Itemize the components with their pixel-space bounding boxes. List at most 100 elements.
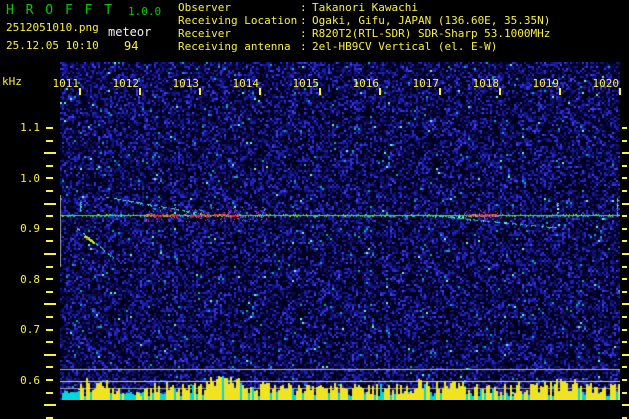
axis-tick [46,291,53,293]
y-tick-label-0.6: 0.6 [20,374,40,387]
axis-tick [622,341,627,343]
axis-tick [622,203,629,205]
info-label: Receiver [178,27,231,40]
axis-tick [622,291,627,293]
axis-tick [619,88,621,95]
info-value: Ogaki, Gifu, JAPAN (136.60E, 35.35N) [312,14,551,27]
info-row-antenna: Receiving antenna:2el-HB9CV Vertical (el… [178,40,550,53]
info-row-receiver: Receiver: R820T2(RTL-SDR) SDR-Sharp 53.10… [178,27,550,40]
hrofft-spectrogram-output: H R O F F T 1.0.0 2512051010.png meteor … [0,0,629,419]
info-label: Observer [178,1,231,14]
axis-tick [319,88,321,95]
axis-tick [622,215,627,217]
axis-tick [199,88,201,95]
axis-tick [622,266,627,268]
axis-tick [622,278,627,280]
axis-tick [44,354,56,356]
x-tick-label-1020: 1020 [592,77,620,90]
x-tick-label-1012: 1012 [112,77,140,90]
axis-tick [46,366,53,368]
axis-tick [44,152,56,154]
info-separator: : [300,40,307,53]
axis-tick [622,177,627,179]
axis-tick [622,392,627,394]
y-tick-label-1.0: 1.0 [20,172,40,185]
spectrogram-canvas [60,62,620,400]
app-title: H R O F F T [6,3,115,18]
x-tick-label-1016: 1016 [352,77,380,90]
axis-tick [44,303,56,305]
axis-tick [46,177,53,179]
axis-tick [46,127,53,129]
axis-tick [622,152,629,154]
output-filename: 2512051010.png [6,21,99,34]
x-tick-label-1013: 1013 [172,77,200,90]
info-label: Receiving Location [178,14,298,27]
x-tick-label-1015: 1015 [292,77,320,90]
info-value: R820T2(RTL-SDR) SDR-Sharp 53.1000MHz [312,27,551,40]
axis-tick [439,88,441,95]
axis-tick [44,203,56,205]
axis-tick [622,240,627,242]
info-row-observer: Observer: Takanori Kawachi [178,1,550,14]
axis-tick [259,88,261,95]
axis-tick [46,392,53,394]
axis-tick [499,88,501,95]
axis-tick [622,228,627,230]
y-tick-label-0.8: 0.8 [20,273,40,286]
info-value: 2el-HB9CV Vertical (el. E-W) [312,40,498,53]
mode-label: meteor [108,25,152,39]
x-tick-label-1018: 1018 [472,77,500,90]
echo-count: 94 [124,39,139,53]
axis-tick [622,303,629,305]
axis-tick [622,354,629,356]
info-label: Receiving antenna [178,40,291,53]
axis-tick [46,228,53,230]
header: H R O F F T 1.0.0 2512051010.png meteor … [0,0,629,62]
axis-tick [559,88,561,95]
axis-tick [46,165,53,167]
axis-tick [379,88,381,95]
axis-tick [139,88,141,95]
axis-tick [46,215,53,217]
x-tick-label-1019: 1019 [532,77,560,90]
axis-tick [622,404,629,406]
axis-tick [622,127,627,129]
x-tick-label-1011: 1011 [52,77,80,90]
y-tick-label-0.7: 0.7 [20,323,40,336]
station-info: Observer: Takanori Kawachi Receiving Loca… [178,1,550,53]
axis-tick [46,316,53,318]
observation-datetime: 25.12.05 10:10 [6,39,99,52]
y-tick-label-0.9: 0.9 [20,222,40,235]
axis-tick [46,341,53,343]
axis-tick [622,190,627,192]
info-row-location: Receiving Location: Ogaki, Gifu, JAPAN (1… [178,14,550,27]
axis-tick [46,140,53,142]
axis-tick [46,329,53,331]
app-version: 1.0.0 [128,5,162,18]
axis-tick [622,165,627,167]
axis-tick [46,240,53,242]
info-value: Takanori Kawachi [312,1,418,14]
info-separator: : [300,1,307,14]
y-tick-label-1.1: 1.1 [20,121,40,134]
x-tick-label-1017: 1017 [412,77,440,90]
axis-tick [46,278,53,280]
axis-tick [46,190,53,192]
y-axis-unit-label: kHz [2,75,22,88]
axis-tick [622,253,629,255]
x-tick-label-1014: 1014 [232,77,260,90]
axis-tick [44,404,56,406]
axis-tick [622,379,627,381]
axis-tick [622,140,627,142]
axis-tick [46,379,53,381]
info-separator: : [300,14,307,27]
axis-tick [79,88,81,95]
axis-tick [622,316,627,318]
axis-tick [622,366,627,368]
axis-tick [44,253,56,255]
spectrogram-plot: kHz 1.1 1.0 0.9 0.8 0.7 0.6 1011 1012 10… [0,62,629,419]
axis-tick [622,329,627,331]
info-separator: : [300,27,307,40]
axis-tick [46,266,53,268]
